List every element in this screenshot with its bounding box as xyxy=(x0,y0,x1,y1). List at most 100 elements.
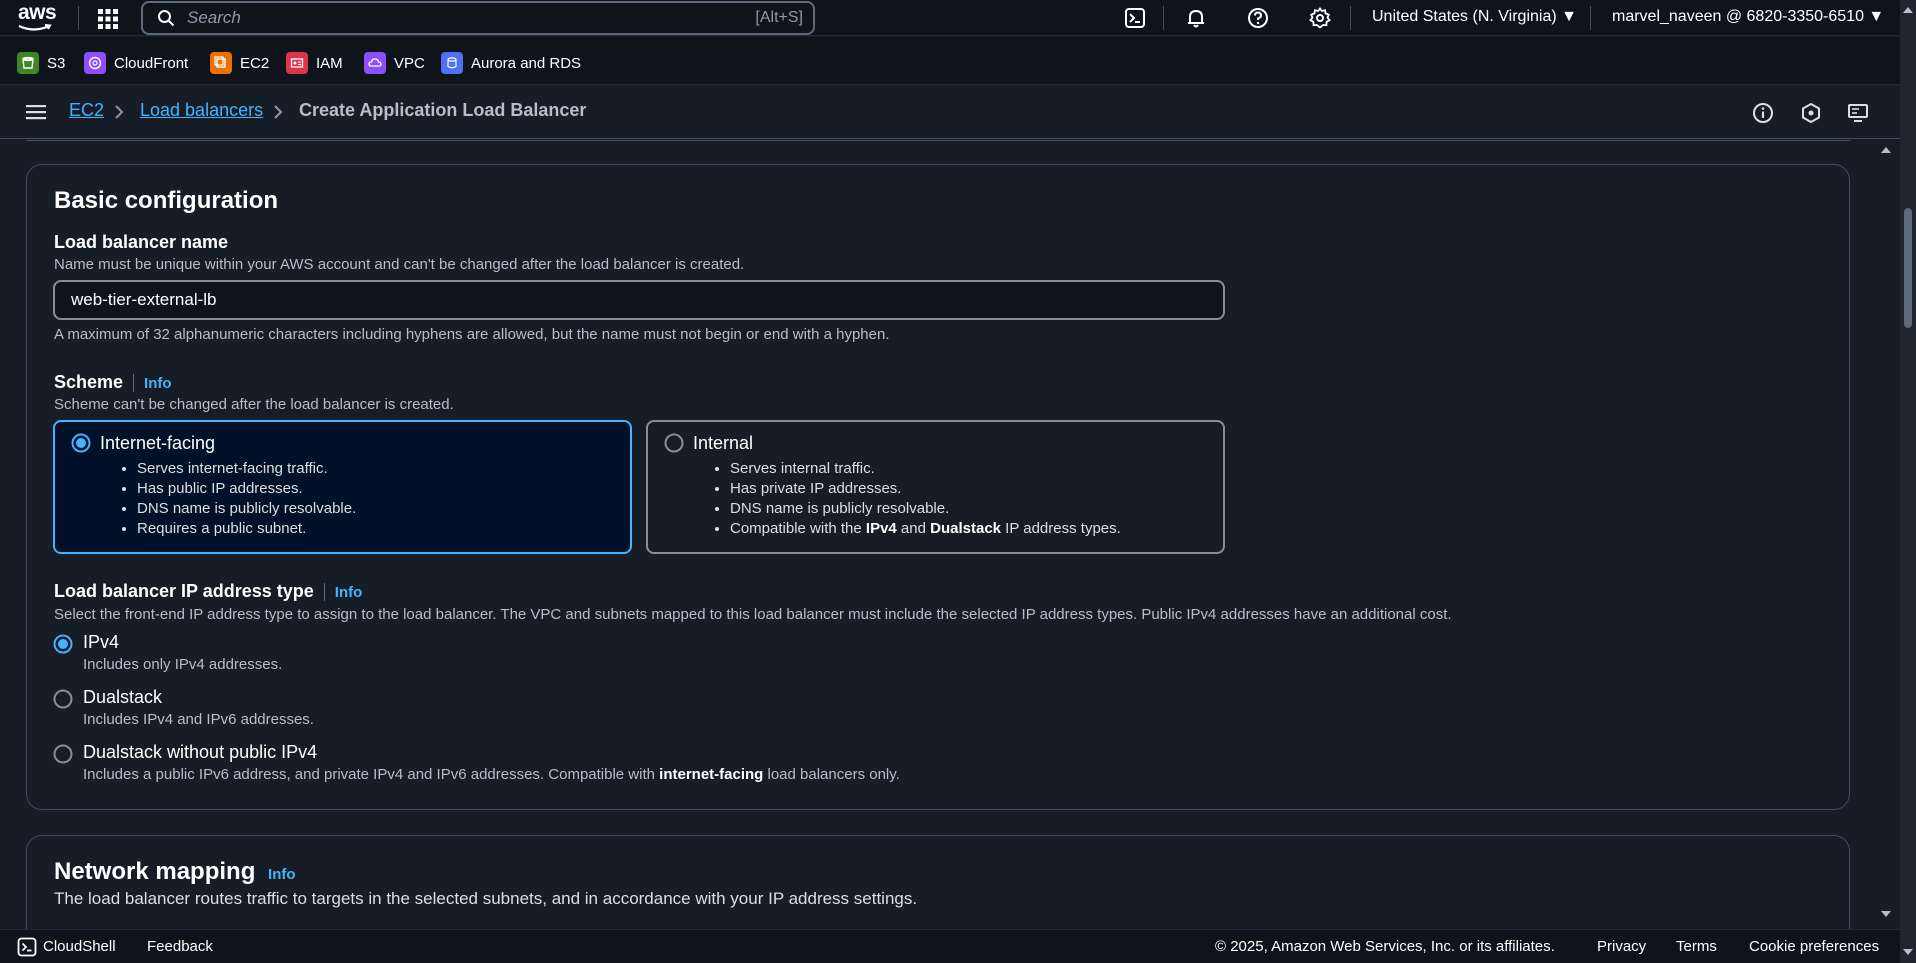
option-description: Includes IPv4 and IPv6 addresses. xyxy=(83,711,314,728)
page-scrollbar[interactable] xyxy=(1900,0,1916,963)
scheme-option-internet-facing[interactable]: Internet-facing Serves internet-facing t… xyxy=(53,420,632,554)
cloudshell-icon[interactable] xyxy=(1124,7,1146,29)
search-icon xyxy=(158,10,175,27)
content-scrollbar[interactable] xyxy=(1878,140,1894,924)
favorite-vpc[interactable]: VPC xyxy=(364,52,425,74)
copyright: © 2025, Amazon Web Services, Inc. or its… xyxy=(1215,938,1555,955)
network-mapping-info-link[interactable]: Info xyxy=(268,866,296,883)
divider xyxy=(78,6,79,30)
scheme-info-link[interactable]: Info xyxy=(144,375,172,392)
network-mapping-description: The load balancer routes traffic to targ… xyxy=(54,889,918,908)
section-title: Network mapping Info xyxy=(54,858,296,886)
aws-smile-icon xyxy=(18,24,52,31)
favorite-cloudfront[interactable]: CloudFront xyxy=(84,52,188,74)
option-description: Includes a public IPv6 address, and priv… xyxy=(83,766,900,783)
favorite-aurora-rds[interactable]: Aurora and RDS xyxy=(441,52,581,74)
name-label: Load balancer name xyxy=(54,232,229,252)
previous-panel-edge xyxy=(26,139,1850,141)
breadcrumb-current: Create Application Load Balancer xyxy=(299,100,587,120)
radio-selected-icon[interactable] xyxy=(71,433,91,453)
option-description: Includes only IPv4 addresses. xyxy=(83,656,283,673)
favorite-label: Aurora and RDS xyxy=(471,54,582,72)
scroll-down-icon[interactable] xyxy=(1878,908,1894,920)
ip-type-info-link[interactable]: Info xyxy=(335,584,363,601)
divider xyxy=(1590,6,1591,30)
network-mapping-title: Network mapping xyxy=(54,858,256,885)
bullet: Requires a public subnet. xyxy=(137,519,356,539)
ip-type-label-text: Load balancer IP address type xyxy=(54,581,314,601)
option-title: Internet-facing xyxy=(100,433,216,453)
hexagon-settings-icon[interactable] xyxy=(1800,102,1822,124)
cloudshell-link[interactable]: CloudShell xyxy=(43,938,116,955)
divider xyxy=(1350,6,1351,30)
cloudshell-icon[interactable] xyxy=(17,937,37,957)
screen-notifications-icon[interactable] xyxy=(1847,102,1869,124)
radio-selected-icon[interactable] xyxy=(53,634,73,654)
favorite-label: IAM xyxy=(316,54,343,72)
breadcrumb-load-balancers[interactable]: Load balancers xyxy=(140,100,263,121)
search-input[interactable]: Search [Alt+S] xyxy=(141,1,815,35)
radio-unselected-icon[interactable] xyxy=(53,744,73,764)
iam-icon xyxy=(286,52,308,74)
scroll-down-icon[interactable] xyxy=(1900,946,1916,958)
bullet: Has public IP addresses. xyxy=(137,479,356,499)
option-bullets: Serves internal traffic. Has private IP … xyxy=(730,459,1121,539)
load-balancer-name-input[interactable]: web-tier-external-lb xyxy=(53,280,1225,320)
favorite-ec2[interactable]: EC2 xyxy=(210,52,269,74)
favorite-s3[interactable]: S3 xyxy=(17,52,65,74)
bullet: Serves internal traffic. xyxy=(730,459,1121,479)
search-placeholder: Search xyxy=(187,8,241,27)
settings-icon[interactable] xyxy=(1309,7,1331,29)
account-menu[interactable]: marvel_naveen @ 6820-3350-6510 ▼ xyxy=(1612,8,1884,26)
scroll-up-icon[interactable] xyxy=(1878,144,1894,156)
feedback-link[interactable]: Feedback xyxy=(147,938,213,955)
basic-configuration-panel: Basic configuration Load balancer name N… xyxy=(26,164,1850,810)
privacy-link[interactable]: Privacy xyxy=(1597,938,1646,955)
rds-icon xyxy=(441,52,463,74)
help-icon[interactable] xyxy=(1247,7,1269,29)
scheme-description: Scheme can't be changed after the load b… xyxy=(54,396,454,413)
bell-icon[interactable] xyxy=(1185,7,1207,29)
services-grid-icon[interactable] xyxy=(97,8,119,30)
scheme-label: Scheme Info xyxy=(54,372,172,393)
bullet: DNS name is publicly resolvable. xyxy=(137,499,356,519)
menu-icon[interactable] xyxy=(26,103,46,121)
favorite-label: EC2 xyxy=(240,54,270,72)
section-title: Basic configuration xyxy=(54,187,279,214)
chevron-right-icon xyxy=(274,105,283,119)
radio-unselected-icon[interactable] xyxy=(664,433,684,453)
divider xyxy=(1163,6,1164,30)
option-title: IPv4 xyxy=(83,632,120,652)
vpc-icon xyxy=(364,52,386,74)
scrollbar-thumb[interactable] xyxy=(1904,208,1912,328)
name-constraint: A maximum of 32 alphanumeric characters … xyxy=(54,326,890,343)
bullet: DNS name is publicly resolvable. xyxy=(730,499,1121,519)
aws-logo[interactable]: aws xyxy=(18,2,58,32)
option-title: Dualstack without public IPv4 xyxy=(83,742,318,762)
bullet: Serves internet-facing traffic. xyxy=(137,459,356,479)
bullet: Compatible with the IPv4 and Dualstack I… xyxy=(730,519,1121,539)
favorite-iam[interactable]: IAM xyxy=(286,52,343,74)
ip-type-description: Select the front-end IP address type to … xyxy=(54,606,1452,623)
info-panel-icon[interactable] xyxy=(1752,102,1774,124)
aws-logo-text: aws xyxy=(18,1,57,24)
bullet: Has private IP addresses. xyxy=(730,479,1121,499)
favorites-bar: S3 CloudFront EC2 IAM VPC Aurora and RDS xyxy=(0,37,1900,85)
favorite-label: CloudFront xyxy=(114,54,189,72)
top-navigation: aws Search [Alt+S] United States (N. Vir… xyxy=(0,0,1900,36)
name-description: Name must be unique within your AWS acco… xyxy=(54,256,745,273)
scroll-up-icon[interactable] xyxy=(1900,4,1916,16)
ec2-icon xyxy=(210,52,232,74)
option-title: Internal xyxy=(693,433,754,453)
breadcrumb: EC2 Load balancers Create Application Lo… xyxy=(0,85,1900,139)
terms-link[interactable]: Terms xyxy=(1676,938,1717,955)
footer: CloudShell Feedback © 2025, Amazon Web S… xyxy=(0,929,1900,963)
scheme-option-internal[interactable]: Internal Serves internal traffic. Has pr… xyxy=(646,420,1225,554)
scheme-label-text: Scheme xyxy=(54,372,124,392)
search-shortcut: [Alt+S] xyxy=(755,9,803,26)
favorite-label: S3 xyxy=(47,54,66,72)
breadcrumb-ec2[interactable]: EC2 xyxy=(69,100,104,121)
radio-unselected-icon[interactable] xyxy=(53,689,73,709)
cookie-preferences-link[interactable]: Cookie preferences xyxy=(1749,938,1879,955)
region-selector[interactable]: United States (N. Virginia) ▼ xyxy=(1372,8,1577,26)
